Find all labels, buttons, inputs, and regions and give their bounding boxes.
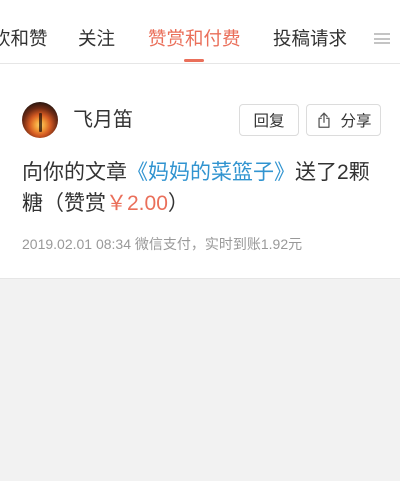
message-suffix: ） [167,192,189,215]
hamburger-menu-icon[interactable] [374,33,390,44]
notifications-page: { "colors": { "accent": "#ea6f5a", "link… [0,0,400,481]
notification-message: 向你的文章《妈妈的菜篮子》送了2颗糖（赞赏￥2.00） [22,157,380,219]
tab-likes[interactable]: 欢和赞 [0,27,48,51]
user-avatar[interactable] [22,102,58,138]
reward-amount: ￥2.00 [106,192,168,215]
share-button-label: 分享 [340,113,372,130]
tab-following[interactable]: 关注 [78,27,115,51]
message-prefix: 向你的文章 [22,161,127,184]
tab-rewards-and-payments[interactable]: 赞赏和付费 [148,27,241,51]
reply-button-label: 回复 [253,113,285,130]
reward-notification-card: 飞月笛 回复 分享 向你的文章《妈妈的菜篮子》送了2颗糖（赞赏￥2.00） 20… [0,64,400,279]
share-button[interactable]: 分享 [306,104,381,136]
article-title-link[interactable]: 《妈妈的菜篮子》 [127,161,295,184]
active-tab-indicator [184,59,204,62]
notification-meta: 2019.02.01 08:34 微信支付，实时到账1.92元 [22,236,303,252]
reply-button[interactable]: 回复 [239,104,299,136]
share-icon [318,112,331,128]
tab-bar: 欢和赞 关注 赞赏和付费 投稿请求 [0,0,400,64]
tab-submission-requests[interactable]: 投稿请求 [273,27,347,51]
user-name-link[interactable]: 飞月笛 [73,108,133,132]
